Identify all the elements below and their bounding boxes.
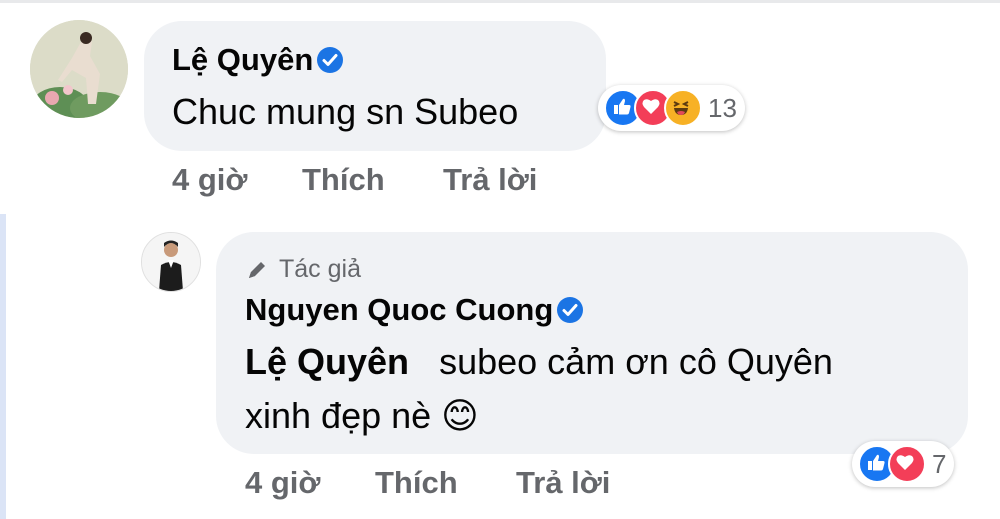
comment-time[interactable]: 4 giờ <box>172 162 247 198</box>
reply-text: subeo cảm ơn cô Quyên <box>439 341 833 382</box>
mention-link[interactable]: Lệ Quyên <box>245 341 409 382</box>
reply-author[interactable]: Nguyen Quoc Cuong <box>245 292 584 328</box>
reply-reply-button[interactable]: Trả lời <box>516 465 610 501</box>
comment-author[interactable]: Lệ Quyên <box>172 42 344 78</box>
comment-text: Chuc mung sn Subeo <box>172 91 519 132</box>
haha-icon <box>664 89 702 127</box>
reply-like-button[interactable]: Thích <box>375 465 458 501</box>
verified-badge-icon <box>317 47 344 73</box>
author-tag-label: Tác giả <box>279 255 361 283</box>
reply-text-continued: xinh đẹp nè <box>245 395 432 436</box>
author-tag: Tác giả <box>245 255 361 284</box>
reply-text-line1: Lệ Quyên subeo cảm ơn cô Quyên <box>245 335 833 389</box>
top-divider <box>0 0 1000 3</box>
smile-emoji: 😊 <box>441 395 479 436</box>
comment-reactions[interactable]: 13 <box>598 85 745 131</box>
reply-reactions[interactable]: 7 <box>852 441 955 487</box>
reply-time[interactable]: 4 giờ <box>245 465 320 501</box>
pencil-icon <box>249 261 265 278</box>
reply-avatar[interactable] <box>141 232 201 292</box>
verified-badge-icon <box>557 297 584 323</box>
love-icon <box>888 445 926 483</box>
thread-indicator <box>0 214 6 519</box>
comment-author-name[interactable]: Lệ Quyên <box>172 42 313 78</box>
reply-author-name[interactable]: Nguyen Quoc Cuong <box>245 292 553 328</box>
avatar[interactable] <box>30 20 128 118</box>
reaction-count: 7 <box>932 448 947 479</box>
reply-text-line2: xinh đẹp nè 😊 <box>245 389 487 443</box>
like-button[interactable]: Thích <box>302 162 385 198</box>
reply-button[interactable]: Trả lời <box>443 162 537 198</box>
reaction-count: 13 <box>708 92 737 123</box>
